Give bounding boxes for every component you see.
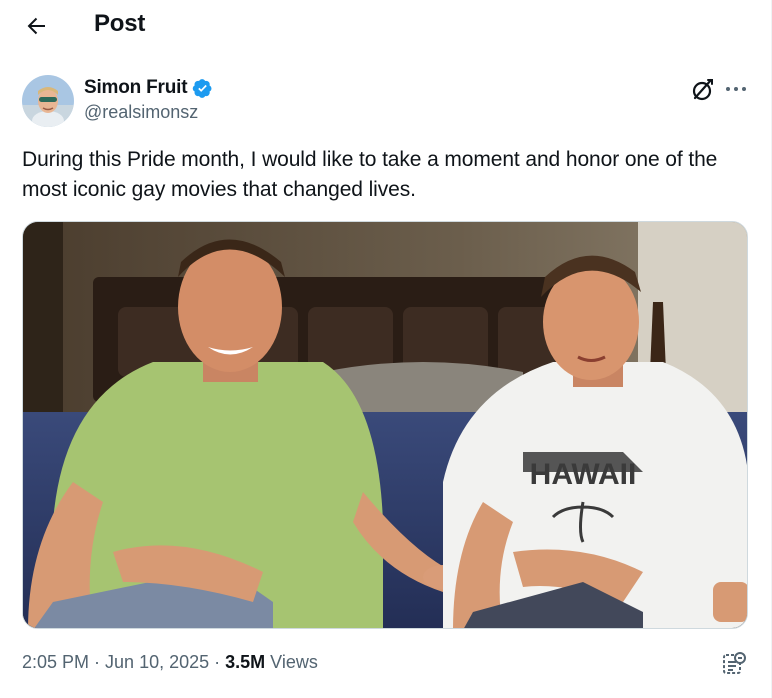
grok-icon[interactable] [690,77,716,103]
author-handle[interactable]: @realsimonsz [84,102,198,123]
post-text: During this Pride month, I would like to… [22,148,718,201]
views-label: Views [270,652,318,672]
avatar[interactable] [22,75,74,127]
verified-badge-icon[interactable] [192,78,213,99]
page-title: Post [94,10,146,37]
post-header: Post [0,0,772,52]
analytics-icon[interactable] [721,651,747,677]
more-icon[interactable] [722,76,750,102]
back-button[interactable] [16,8,56,44]
post-date[interactable]: Jun 10, 2025 [105,652,209,673]
meta-separator: · [214,652,221,672]
avatar-image [22,75,74,127]
shirt-print: HAWAII [530,458,637,491]
post-page: Post Simon Fruit @realsimonsz During thi… [0,0,772,698]
post-media-image[interactable]: HAWAII [22,221,748,629]
views-count: 3.5M [225,652,266,672]
post-meta: 2:05 PM · Jun 10, 2025 · 3.5M Views [22,652,318,673]
author-name[interactable]: Simon Fruit [84,77,188,99]
arrow-left-icon [27,17,45,35]
meta-separator: · [94,652,101,672]
post-time[interactable]: 2:05 PM [22,652,89,673]
author-row: Simon Fruit [84,75,213,101]
